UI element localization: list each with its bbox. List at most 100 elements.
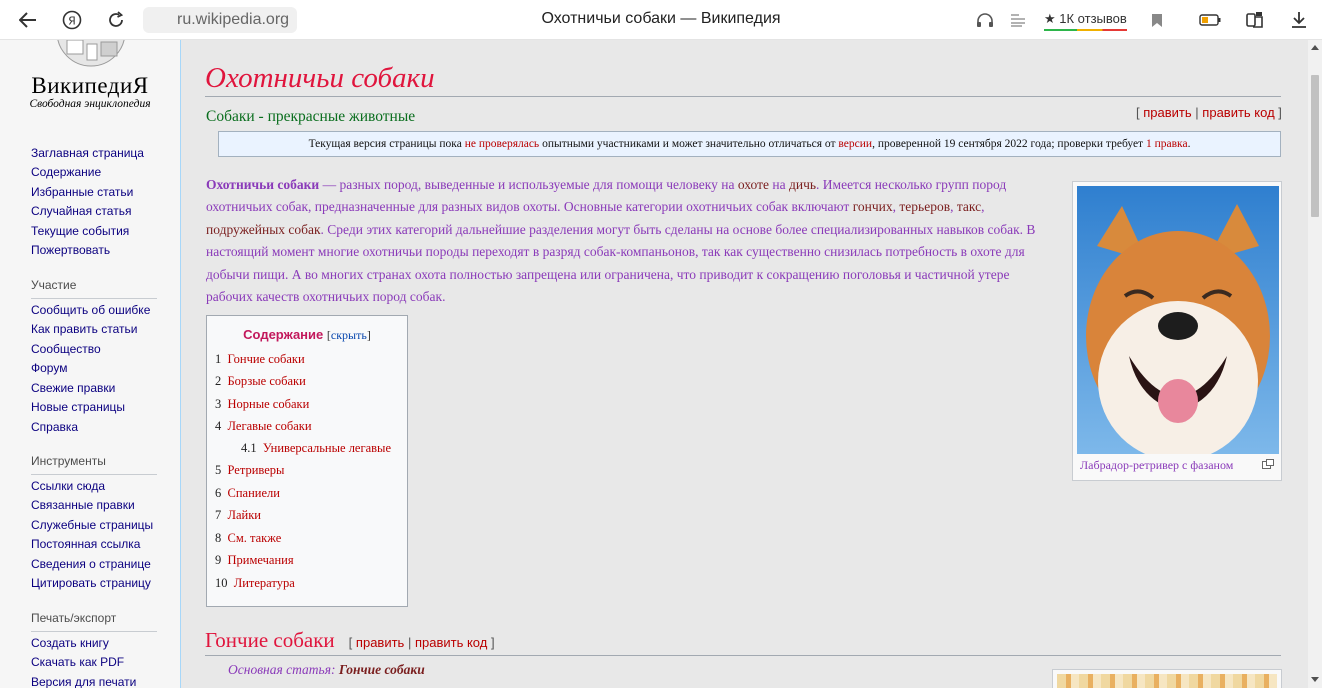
toc-item[interactable]: 3 Норные собаки bbox=[215, 397, 309, 412]
nav-permanent-link[interactable]: Постоянная ссылка bbox=[31, 537, 140, 551]
unreviewed-notice: Текущая версия страницы пока не проверял… bbox=[218, 131, 1281, 157]
toc-item[interactable]: 9 Примечания bbox=[215, 553, 294, 568]
toc-link[interactable]: Ретриверы bbox=[228, 463, 285, 477]
link-dachshunds[interactable]: такс bbox=[957, 199, 981, 214]
nav-related-changes[interactable]: Связанные правки bbox=[31, 498, 135, 512]
collections-icon[interactable] bbox=[1243, 8, 1267, 32]
nav-community[interactable]: Сообщество bbox=[31, 342, 101, 356]
reviews-badge[interactable]: ★ 1К отзывов bbox=[1044, 9, 1127, 31]
nav-page-info[interactable]: Сведения о странице bbox=[31, 557, 151, 571]
link-hounds[interactable]: гончих bbox=[853, 199, 893, 214]
toc-item[interactable]: 4 Легавые собаки bbox=[215, 419, 312, 434]
toc-link[interactable]: Универсальные легавые bbox=[263, 441, 391, 455]
nav-main-page[interactable]: Заглавная страница bbox=[31, 146, 144, 160]
enlarge-icon[interactable] bbox=[1262, 459, 1274, 469]
link-hunt[interactable]: охоте bbox=[738, 177, 769, 192]
reload-icon[interactable] bbox=[104, 8, 128, 32]
edit-source-link[interactable]: править код bbox=[1202, 105, 1274, 120]
nav-heading-tools: Инструменты bbox=[31, 454, 157, 475]
link-game[interactable]: дичь bbox=[789, 177, 816, 192]
wikipedia-globe-icon[interactable] bbox=[43, 40, 139, 68]
nav-featured[interactable]: Избранные статьи bbox=[31, 185, 133, 199]
toc-link[interactable]: Гончие собаки bbox=[228, 352, 305, 366]
toc-number: 5 bbox=[215, 463, 222, 477]
yandex-icon[interactable]: Я bbox=[60, 8, 84, 32]
toc-item[interactable]: 2 Борзые собаки bbox=[215, 374, 306, 389]
section-image[interactable] bbox=[1057, 674, 1277, 688]
section-edit-source-link[interactable]: править код bbox=[415, 635, 487, 650]
toc-link[interactable]: Борзые собаки bbox=[228, 374, 306, 388]
scroll-thumb[interactable] bbox=[1311, 75, 1319, 217]
scroll-up-arrow-icon[interactable] bbox=[1311, 45, 1319, 50]
nav-help[interactable]: Справка bbox=[31, 420, 78, 434]
nav-special-pages[interactable]: Служебные страницы bbox=[31, 518, 153, 532]
main-article-link[interactable]: Гончие собаки bbox=[339, 662, 425, 677]
nav-forum[interactable]: Форум bbox=[31, 361, 67, 375]
notice-not-reviewed-link[interactable]: не проверялась bbox=[465, 138, 540, 150]
hatnote-prefix: Основная статья: bbox=[228, 662, 339, 677]
link-terriers[interactable]: терьеров bbox=[899, 199, 950, 214]
lead-text: , bbox=[950, 199, 957, 215]
address-bar[interactable]: ru.wikipedia.org bbox=[143, 7, 298, 33]
dog-photo[interactable] bbox=[1077, 186, 1279, 454]
page-scrollbar[interactable] bbox=[1308, 40, 1322, 688]
toc-item[interactable]: 5 Ретриверы bbox=[215, 463, 284, 478]
notice-pending-edit-link[interactable]: 1 правка bbox=[1146, 138, 1188, 150]
toc-link[interactable]: Примечания bbox=[228, 553, 294, 567]
page-edit-links: [ править | править код ] bbox=[1136, 105, 1282, 120]
nav-cite-page[interactable]: Цитировать страницу bbox=[31, 576, 151, 590]
reader-mode-icon[interactable] bbox=[1006, 8, 1030, 32]
toc-link[interactable]: Лайки bbox=[228, 508, 261, 522]
section-edit-link[interactable]: править bbox=[356, 635, 404, 650]
table-of-contents: Содержание [скрыть] 1 Гончие собаки 2 Бо… bbox=[206, 315, 408, 607]
toc-hide-toggle[interactable]: [скрыть] bbox=[327, 328, 371, 342]
edit-link[interactable]: править bbox=[1143, 105, 1191, 120]
lead-paragraph: Охотничьи собаки — разных пород, выведен… bbox=[206, 174, 1051, 308]
nav-create-book[interactable]: Создать книгу bbox=[31, 636, 109, 650]
toc-link[interactable]: Литература bbox=[234, 576, 295, 590]
bracket-close: ] bbox=[1278, 105, 1282, 120]
toc-number: 7 bbox=[215, 508, 222, 522]
toc-item[interactable]: 8 См. также bbox=[215, 531, 281, 546]
toc-item[interactable]: 7 Лайки bbox=[215, 508, 261, 523]
toc-number: 4.1 bbox=[241, 441, 257, 455]
nav-current-events[interactable]: Текущие события bbox=[31, 224, 129, 238]
section-title: Гончие собаки bbox=[205, 628, 335, 652]
nav-how-to-edit[interactable]: Как править статьи bbox=[31, 322, 137, 336]
wikipedia-wordmark[interactable]: ВикипедиЯ bbox=[0, 73, 180, 99]
toc-link[interactable]: Спаниели bbox=[228, 486, 280, 500]
nav-donate[interactable]: Пожертвовать bbox=[31, 243, 110, 257]
headphones-icon[interactable] bbox=[973, 8, 997, 32]
nav-recent-changes[interactable]: Свежие правки bbox=[31, 381, 115, 395]
toc-item[interactable]: 6 Спаниели bbox=[215, 486, 280, 501]
toc-number: 2 bbox=[215, 374, 222, 388]
nav-report-error[interactable]: Сообщить об ошибке bbox=[31, 303, 150, 317]
notice-text: Текущая версия страницы пока bbox=[308, 138, 465, 150]
toc-item[interactable]: 4.1 Универсальные легавые bbox=[241, 441, 391, 456]
toc-item[interactable]: 1 Гончие собаки bbox=[215, 352, 305, 367]
notice-version-link[interactable]: версии bbox=[838, 138, 872, 150]
nav-printable[interactable]: Версия для печати bbox=[31, 675, 136, 688]
nav-contents[interactable]: Содержание bbox=[31, 165, 101, 179]
toc-link[interactable]: Норные собаки bbox=[228, 397, 310, 411]
nav-what-links-here[interactable]: Ссылки сюда bbox=[31, 479, 105, 493]
toc-link[interactable]: См. также bbox=[228, 531, 282, 545]
nav-download-pdf[interactable]: Скачать как PDF bbox=[31, 655, 124, 669]
image-caption[interactable]: Лабрадор-ретривер с фазаном bbox=[1080, 458, 1233, 473]
download-icon[interactable] bbox=[1287, 8, 1311, 32]
nav-heading-export: Печать/экспорт bbox=[31, 611, 157, 632]
link-gun-dogs[interactable]: подружейных собак bbox=[206, 222, 321, 237]
notice-text: , проверенной 19 сентября 2022 года; про… bbox=[872, 138, 1146, 150]
nav-new-pages[interactable]: Новые страницы bbox=[31, 400, 125, 414]
toc-number: 9 bbox=[215, 553, 222, 567]
battery-icon[interactable] bbox=[1198, 8, 1222, 32]
scroll-down-arrow-icon[interactable] bbox=[1311, 677, 1319, 682]
back-arrow-icon[interactable] bbox=[16, 8, 40, 32]
bracket-open: [ bbox=[1136, 105, 1140, 120]
nav-random[interactable]: Случайная статья bbox=[31, 204, 131, 218]
toc-number: 4 bbox=[215, 419, 222, 433]
toc-link[interactable]: Легавые собаки bbox=[228, 419, 312, 433]
toc-hide-link[interactable]: скрыть bbox=[331, 328, 367, 342]
toc-item[interactable]: 10 Литература bbox=[215, 576, 295, 591]
bookmark-icon[interactable] bbox=[1145, 8, 1169, 32]
